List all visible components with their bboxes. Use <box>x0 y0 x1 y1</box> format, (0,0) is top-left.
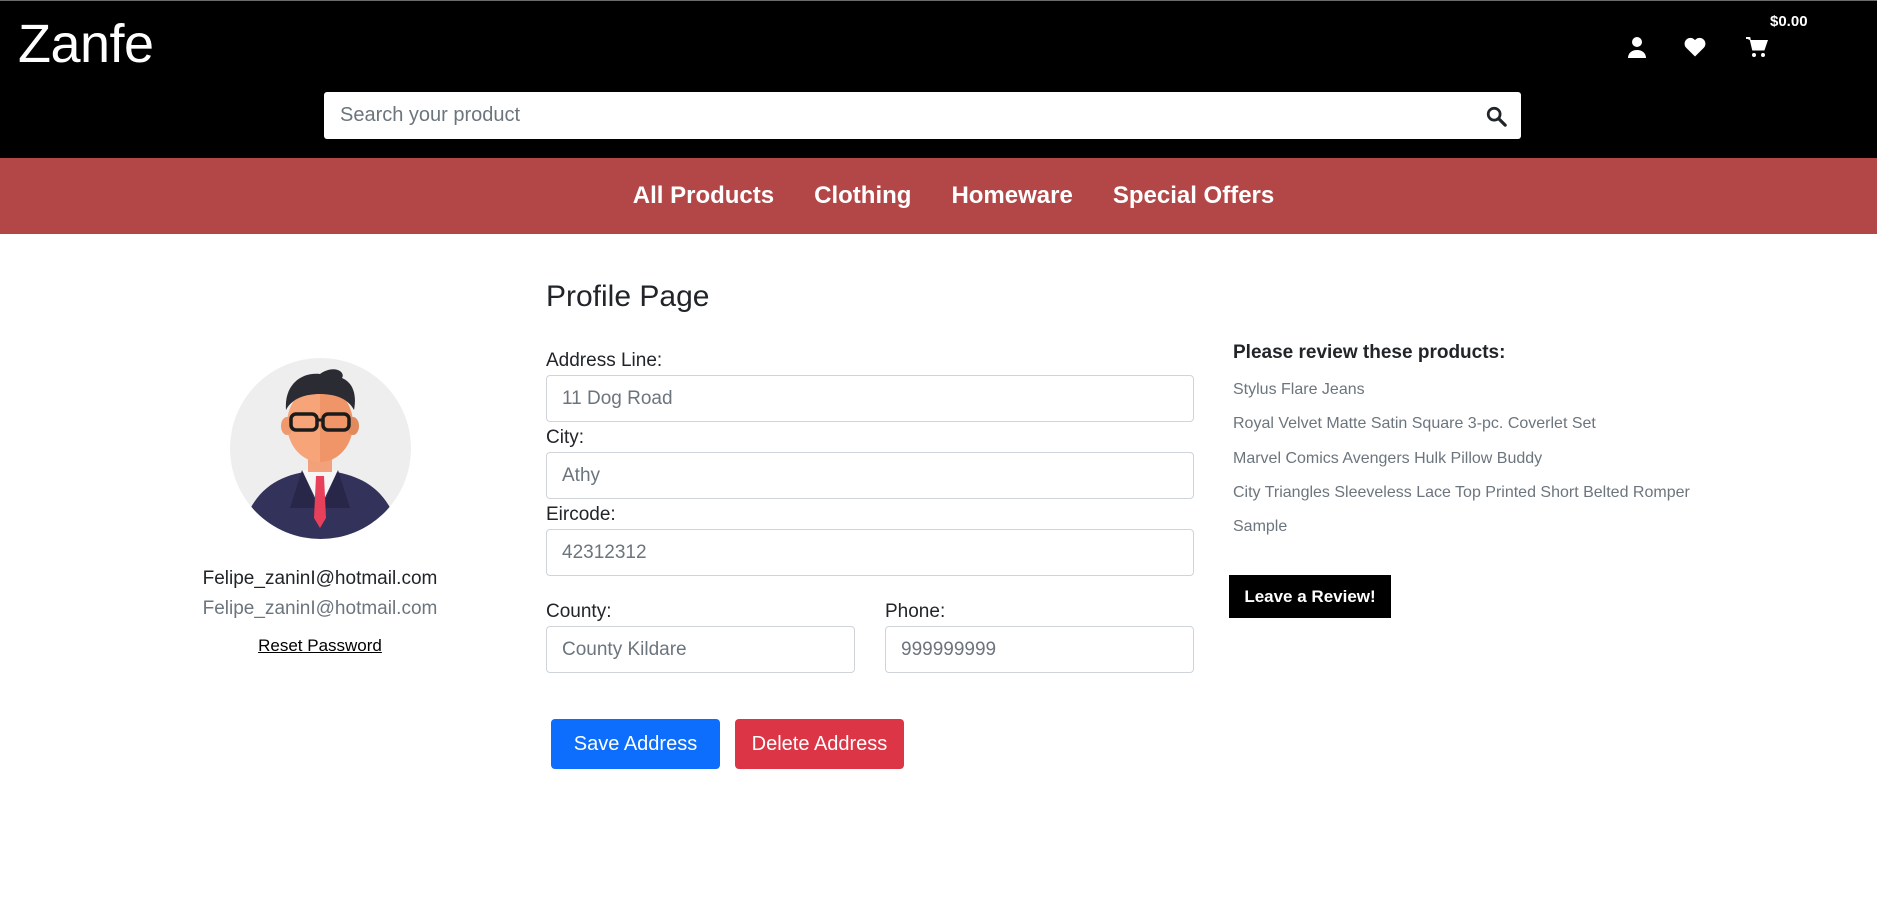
search-input[interactable] <box>324 92 1471 139</box>
address-label: Address Line: <box>546 350 663 371</box>
eircode-label: Eircode: <box>546 504 616 525</box>
delete-address-button[interactable]: Delete Address <box>735 719 904 769</box>
county-field[interactable] <box>546 626 855 673</box>
heart-icon[interactable] <box>1682 34 1708 60</box>
avatar <box>230 358 411 539</box>
header: Zanfe $0.00 <box>0 0 1877 158</box>
logo[interactable]: Zanfe <box>18 13 154 75</box>
page-title: Profile Page <box>546 280 710 313</box>
eircode-field[interactable] <box>546 529 1194 576</box>
nav-special-offers[interactable]: Special Offers <box>1113 182 1274 210</box>
category-nav: All Products Clothing Homeware Special O… <box>0 158 1877 234</box>
nav-all-products[interactable]: All Products <box>633 182 774 210</box>
cart-total: $0.00 <box>1770 13 1808 30</box>
review-item[interactable]: City Triangles Sleeveless Lace Top Print… <box>1233 484 1690 502</box>
cart-icon[interactable] <box>1744 34 1770 60</box>
profile-email-secondary: Felipe_zaninI@hotmail.com <box>202 598 438 619</box>
review-item[interactable]: Sample <box>1233 518 1287 536</box>
profile-email: Felipe_zaninI@hotmail.com <box>202 568 438 589</box>
nav-homeware[interactable]: Homeware <box>951 182 1072 210</box>
review-item[interactable]: Marvel Comics Avengers Hulk Pillow Buddy <box>1233 450 1542 468</box>
phone-field[interactable] <box>885 626 1194 673</box>
search-icon[interactable] <box>1471 92 1521 139</box>
phone-label: Phone: <box>885 601 946 622</box>
address-field[interactable] <box>546 375 1194 422</box>
county-label: County: <box>546 601 612 622</box>
reset-password-link[interactable]: Reset Password <box>150 636 490 656</box>
city-field[interactable] <box>546 452 1194 499</box>
review-item[interactable]: Stylus Flare Jeans <box>1233 381 1365 399</box>
save-address-button[interactable]: Save Address <box>551 719 720 769</box>
user-icon[interactable] <box>1624 34 1650 60</box>
leave-review-button[interactable]: Leave a Review! <box>1229 575 1391 618</box>
search-bar <box>324 92 1521 139</box>
city-label: City: <box>546 427 584 448</box>
nav-clothing[interactable]: Clothing <box>814 182 911 210</box>
review-heading: Please review these products: <box>1233 342 1506 363</box>
review-item[interactable]: Royal Velvet Matte Satin Square 3-pc. Co… <box>1233 415 1596 433</box>
